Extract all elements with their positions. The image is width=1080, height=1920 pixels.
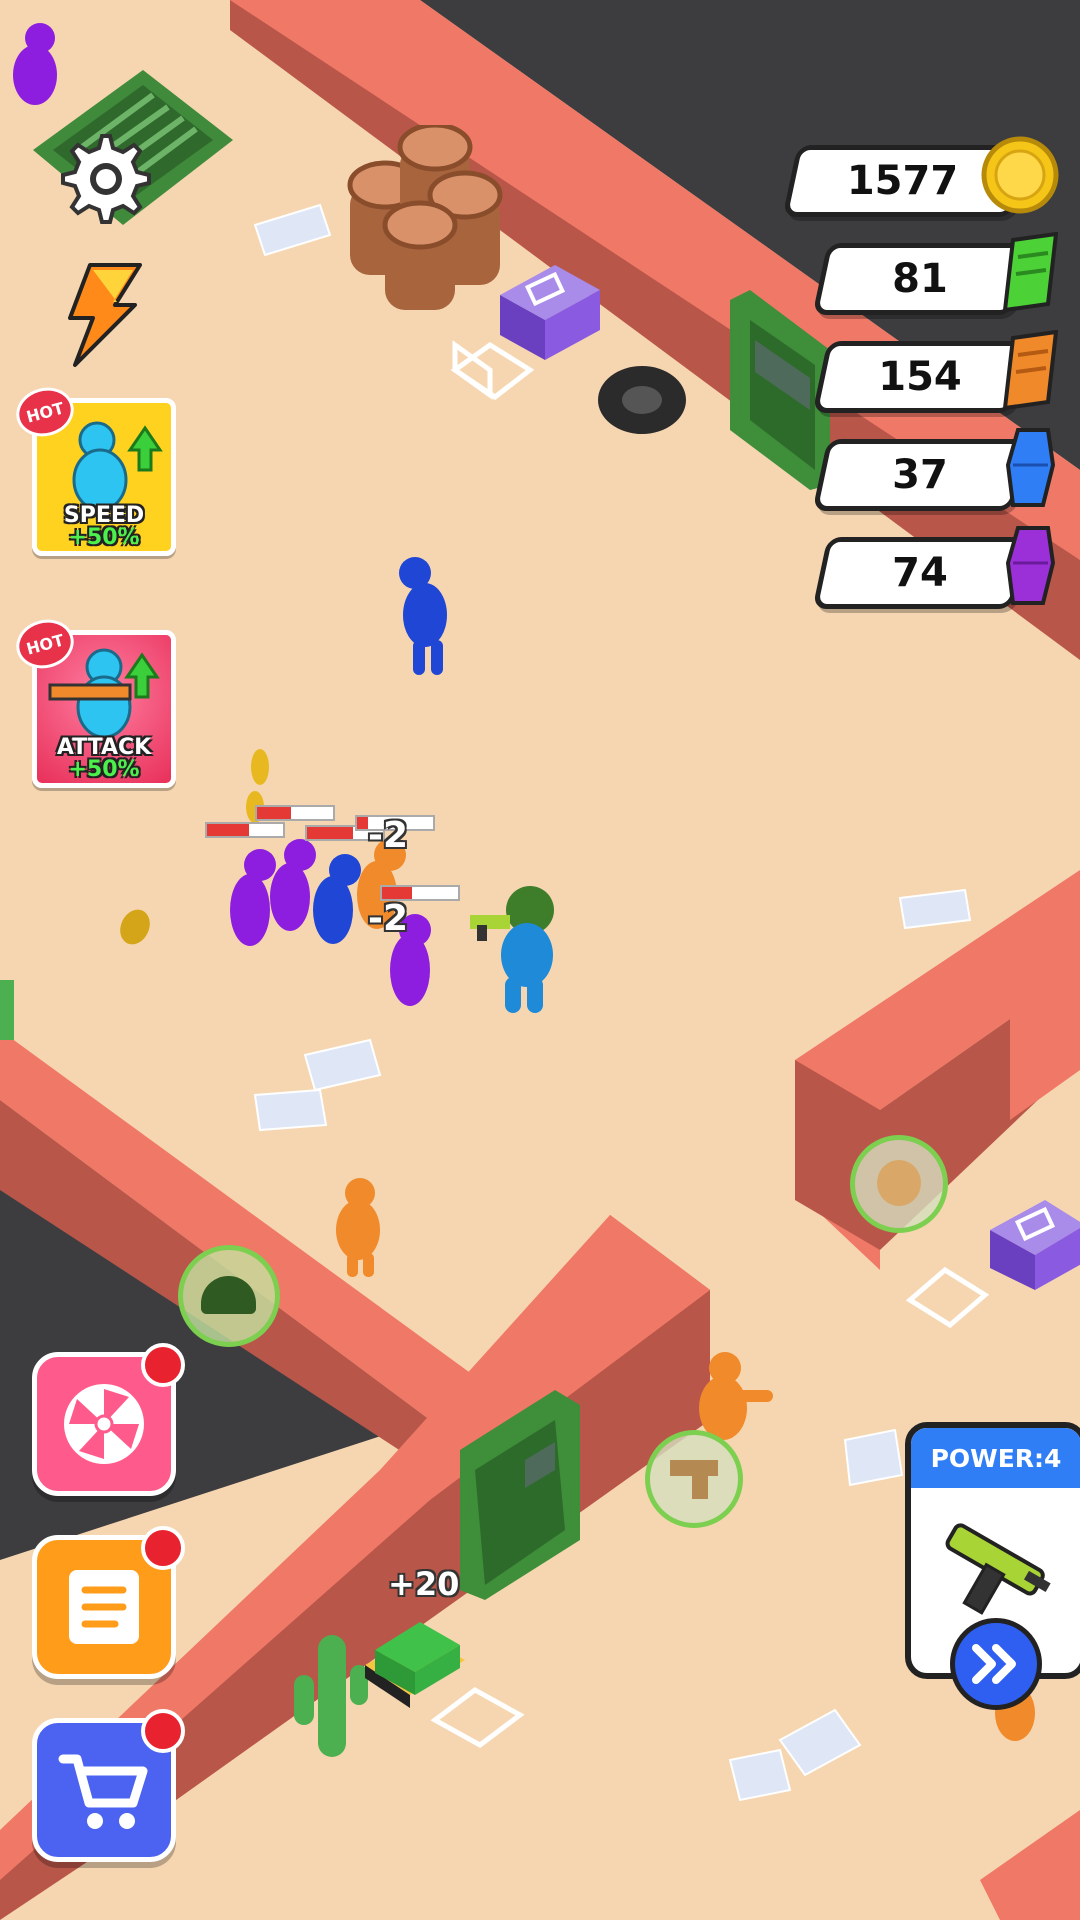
green-battery-icon: [1002, 232, 1058, 312]
ground-coin: [120, 909, 150, 945]
gold-coin-icon: [981, 136, 1059, 214]
purple-chest-right: [990, 1200, 1080, 1290]
purple-value: 74: [892, 550, 948, 596]
barrels-pile: [347, 125, 503, 310]
cash-pickup-amount: +20: [388, 1565, 460, 1603]
enemy-horde: [230, 839, 431, 1006]
blue-gem-icon: [1005, 428, 1056, 507]
cactus: [294, 1635, 368, 1757]
scroll-icon: [69, 1570, 139, 1644]
purple-chest: [500, 265, 600, 360]
damage-number: -2: [368, 898, 408, 939]
attack-percent: +50%: [68, 757, 140, 782]
notification-dot: [141, 1526, 185, 1570]
green-value: 81: [892, 256, 948, 302]
lightning-icon: [68, 263, 142, 367]
orange-battery-icon: [1002, 330, 1058, 410]
helmet-pickup-bubble[interactable]: [178, 1245, 280, 1347]
damage-number: -2: [368, 815, 408, 856]
orange-enemy: [336, 1178, 380, 1277]
double-chevron-right-icon: [972, 1644, 1016, 1684]
energy-boost-button[interactable]: [55, 260, 145, 370]
upgrade-weapon-button[interactable]: [950, 1618, 1042, 1710]
shopping-cart-icon: [58, 1754, 148, 1829]
enemy-health-bar: [205, 822, 285, 838]
orange-value: 154: [878, 354, 962, 400]
purple-gem-icon: [1005, 526, 1056, 605]
blue-value: 37: [892, 452, 948, 498]
lucky-wheel-button[interactable]: [32, 1343, 185, 1496]
tire: [598, 366, 686, 434]
purple-enemy-corner: [13, 23, 57, 105]
helmet-icon: [201, 1276, 256, 1314]
speed-percent: +50%: [68, 525, 140, 550]
shop-button[interactable]: [32, 1709, 185, 1862]
power-label: POWER:4: [911, 1428, 1080, 1488]
coins-value: 1577: [846, 158, 959, 204]
cash-stack: [365, 1622, 465, 1708]
quests-button[interactable]: [32, 1526, 185, 1679]
player-soldier: [470, 886, 554, 1013]
green-door-bottom: [460, 1390, 580, 1600]
notification-dot: [141, 1343, 185, 1387]
blue-enemy: [399, 557, 447, 675]
fan-wheel-icon: [64, 1384, 144, 1464]
gear-icon: [61, 134, 151, 224]
pistol-pickup-bubble[interactable]: [645, 1430, 743, 1528]
uzi-gun-icon: [945, 1523, 1051, 1615]
bear-pickup-bubble[interactable]: [850, 1135, 948, 1233]
notification-dot: [141, 1709, 185, 1753]
enemy-health-bar: [255, 805, 335, 821]
teddy-bear-icon: [877, 1160, 921, 1206]
settings-button[interactable]: [52, 128, 152, 228]
